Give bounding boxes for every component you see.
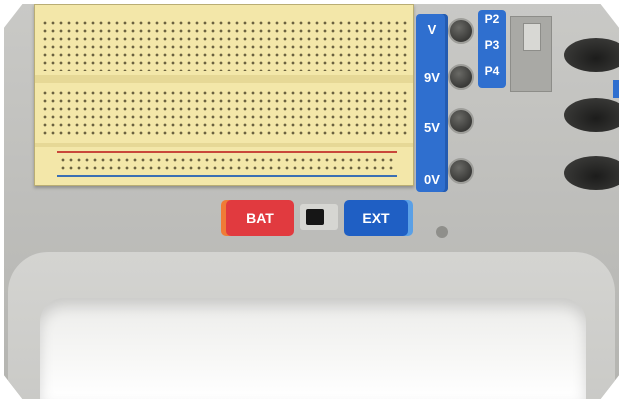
terminal-5v[interactable] (448, 108, 474, 134)
edge-blue-tab (613, 80, 619, 98)
switch-lever[interactable] (306, 209, 324, 225)
mounting-slot-bottom (564, 156, 619, 190)
port-label-p3: P3 (484, 38, 500, 52)
breadboard-center-channel (35, 75, 413, 83)
voltage-label-9v: 9V (424, 70, 440, 85)
electronics-kit-board: V 9V 5V 0V P2 P3 P4 BAT EXT (4, 4, 619, 399)
power-rail-holes[interactable] (59, 156, 395, 172)
ext-power-label[interactable]: EXT (344, 200, 408, 236)
terminal-v[interactable] (448, 18, 474, 44)
terminal-0v[interactable] (448, 158, 474, 184)
positive-rail-line (57, 151, 397, 153)
breadboard-top-holes[interactable] (41, 19, 407, 71)
voltage-label-strip: V 9V 5V 0V (416, 14, 448, 192)
breadboard[interactable] (34, 4, 414, 186)
mounting-slot-middle (564, 98, 619, 132)
power-source-switch[interactable] (300, 204, 338, 230)
port-label-p2: P2 (484, 12, 500, 26)
voltage-label-0v: 0V (424, 172, 440, 187)
port-label-strip: P2 P3 P4 (478, 10, 506, 88)
negative-rail-line (57, 175, 397, 177)
component-tray (40, 298, 586, 399)
port-label-p4: P4 (484, 64, 500, 78)
screw-hole (436, 226, 448, 238)
breadboard-rail-divider (35, 143, 413, 147)
terminal-9v[interactable] (448, 64, 474, 90)
slider-knob[interactable] (523, 23, 541, 51)
voltage-label-v: V (427, 22, 437, 37)
slider-track[interactable] (510, 16, 552, 92)
bat-power-label[interactable]: BAT (226, 200, 294, 236)
voltage-label-5v: 5V (424, 120, 440, 135)
breadboard-bottom-holes[interactable] (41, 89, 407, 137)
mounting-slot-top (564, 38, 619, 72)
